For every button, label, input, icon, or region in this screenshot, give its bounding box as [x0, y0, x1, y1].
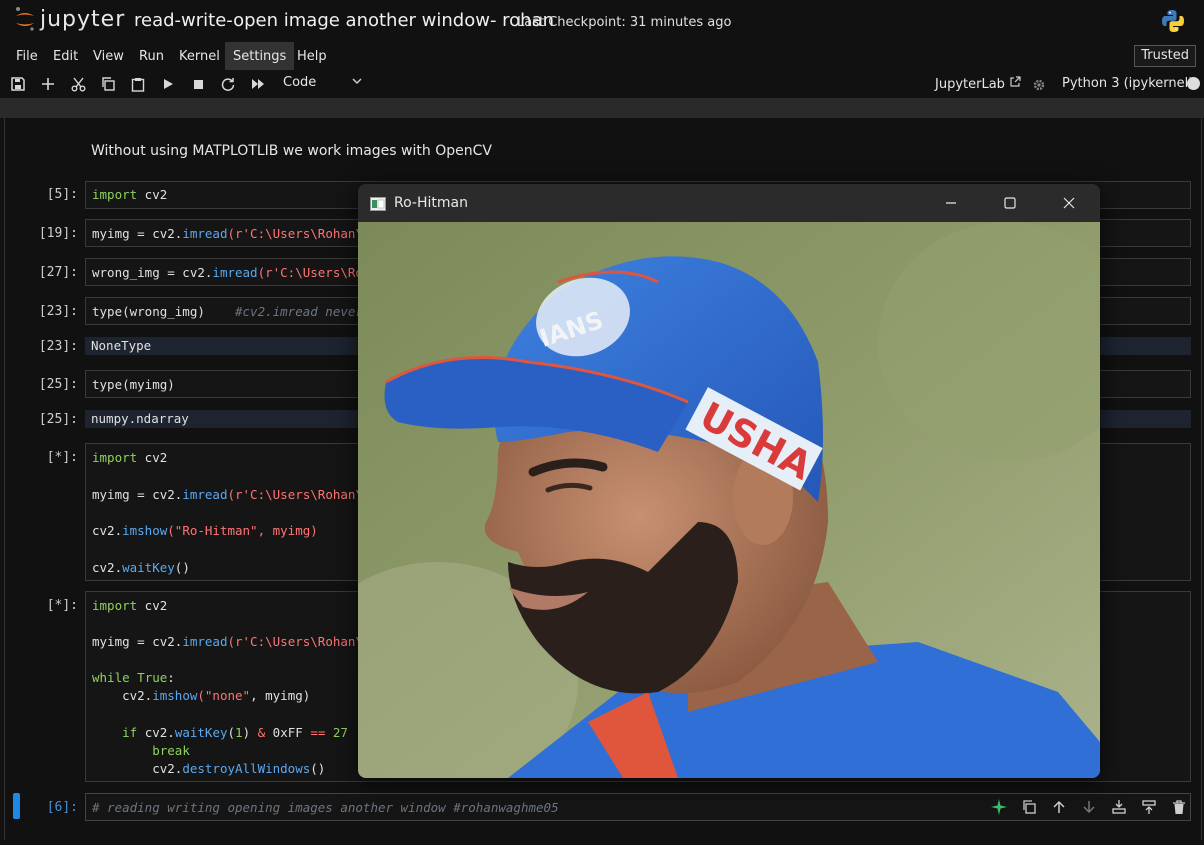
cell-prompt: [5]:: [46, 187, 78, 202]
window-app-icon: [370, 196, 386, 215]
menu-file[interactable]: File: [8, 42, 46, 70]
output-prompt: [23]:: [38, 339, 78, 354]
menu-help[interactable]: Help: [289, 42, 335, 70]
jupyter-logo[interactable]: jupyter: [14, 6, 125, 32]
duplicate-icon[interactable]: [1019, 796, 1039, 818]
code-line: type(wrong_img) #cv2.imread never g: [92, 304, 378, 319]
save-icon[interactable]: [8, 74, 28, 94]
code-line: myimg = cv2.imread(r'C:\Users\Rohan\De: [92, 226, 378, 241]
stop-icon[interactable]: [188, 74, 208, 94]
output-text: NoneType: [91, 338, 152, 353]
menu-view[interactable]: View: [85, 42, 132, 70]
close-icon[interactable]: [1049, 192, 1089, 214]
move-up-icon[interactable]: [1049, 796, 1069, 818]
jupyterlab-link[interactable]: JupyterLab: [935, 76, 1021, 92]
code-line: cv2.imshow("none", myimg): [92, 688, 311, 703]
external-link-icon: [1009, 76, 1021, 92]
add-cell-icon[interactable]: [38, 74, 58, 94]
cell-type-value: Code: [283, 75, 317, 90]
cell-prompt: [*]:: [46, 598, 78, 613]
fast-forward-icon[interactable]: [248, 74, 268, 94]
code-line: cv2.destroyAllWindows(): [92, 761, 326, 776]
code-line: cv2.waitKey(): [92, 560, 190, 575]
menu-kernel[interactable]: Kernel: [171, 42, 228, 70]
cell-prompt: [*]:: [46, 450, 78, 465]
maximize-icon[interactable]: [990, 192, 1030, 214]
cell-prompt: [27]:: [38, 265, 78, 280]
menu-settings[interactable]: Settings: [225, 42, 295, 70]
code-line: myimg = cv2.imread(r'C:\Users\Rohan\De: [92, 487, 378, 502]
code-line: import cv2: [92, 598, 168, 613]
output-text: numpy.ndarray: [91, 411, 189, 426]
jupyterlab-label: JupyterLab: [935, 77, 1005, 92]
displayed-photo: IANS USHA: [358, 222, 1100, 778]
code-line: import cv2: [92, 187, 168, 202]
header: jupyter read-write-open image another wi…: [0, 0, 1204, 42]
markdown-cell[interactable]: Without using MATPLOTLIB we work images …: [91, 143, 492, 159]
code-line: while True:: [92, 670, 175, 685]
notebook-title[interactable]: read-write-open image another window- ro…: [134, 10, 554, 31]
code-line: cv2.imshow("Ro-Hitman", myimg): [92, 523, 318, 538]
cell-prompt: [25]:: [38, 377, 78, 392]
code-line: break: [152, 743, 190, 758]
checkpoint-status: Last Checkpoint: 31 minutes ago: [517, 15, 732, 30]
kernel-name[interactable]: Python 3 (ipykernel): [1062, 76, 1193, 91]
paste-icon[interactable]: [128, 74, 148, 94]
code-line: myimg = cv2.imread(r'C:\Users\Rohan\De: [92, 634, 378, 649]
code-line: wrong_img = cv2.imread(r'C:\Users\Roha: [92, 265, 378, 280]
output-prompt: [25]:: [38, 412, 78, 427]
insert-below-icon[interactable]: [1139, 796, 1159, 818]
cell-prompt: [19]:: [38, 226, 78, 241]
window-titlebar[interactable]: Ro-Hitman: [358, 184, 1100, 222]
window-title: Ro-Hitman: [394, 195, 468, 211]
trusted-badge[interactable]: Trusted: [1134, 45, 1196, 67]
menu-run[interactable]: Run: [131, 42, 172, 70]
run-icon[interactable]: [158, 74, 178, 94]
copy-icon[interactable]: [98, 74, 118, 94]
insert-above-icon[interactable]: [1109, 796, 1129, 818]
jupyter-icon: [16, 7, 34, 31]
kernel-status-indicator: [1187, 77, 1200, 90]
notebook-toolbar: Code JupyterLab Python 3 (ipykernel): [0, 70, 1204, 98]
code-line: if cv2.waitKey(1) & 0xFF == 27 :: [122, 725, 364, 740]
cell-prompt: [23]:: [38, 304, 78, 319]
sparkle-icon[interactable]: [989, 796, 1009, 818]
python-logo-icon: [1160, 8, 1186, 38]
menubar: File Edit View Run Kernel Settings Help …: [0, 42, 1204, 71]
restart-icon[interactable]: [218, 74, 238, 94]
minimize-icon[interactable]: [931, 192, 971, 214]
code-line: # reading writing opening images another…: [92, 800, 559, 815]
menu-edit[interactable]: Edit: [45, 42, 86, 70]
cut-icon[interactable]: [68, 74, 88, 94]
delete-icon[interactable]: [1169, 796, 1189, 818]
opencv-image-window[interactable]: Ro-Hitman IANS USHA: [358, 184, 1100, 778]
code-line: import cv2: [92, 450, 168, 465]
chevron-down-icon: [351, 75, 363, 91]
code-line: type(myimg): [92, 377, 175, 392]
toolbar-divider: [0, 98, 1204, 118]
logo-text: jupyter: [40, 6, 126, 32]
cell-prompt: [6]:: [46, 800, 78, 815]
move-down-icon[interactable]: [1079, 796, 1099, 818]
cell-type-select[interactable]: Code: [283, 75, 363, 93]
settings-gear-icon[interactable]: [1029, 75, 1049, 95]
